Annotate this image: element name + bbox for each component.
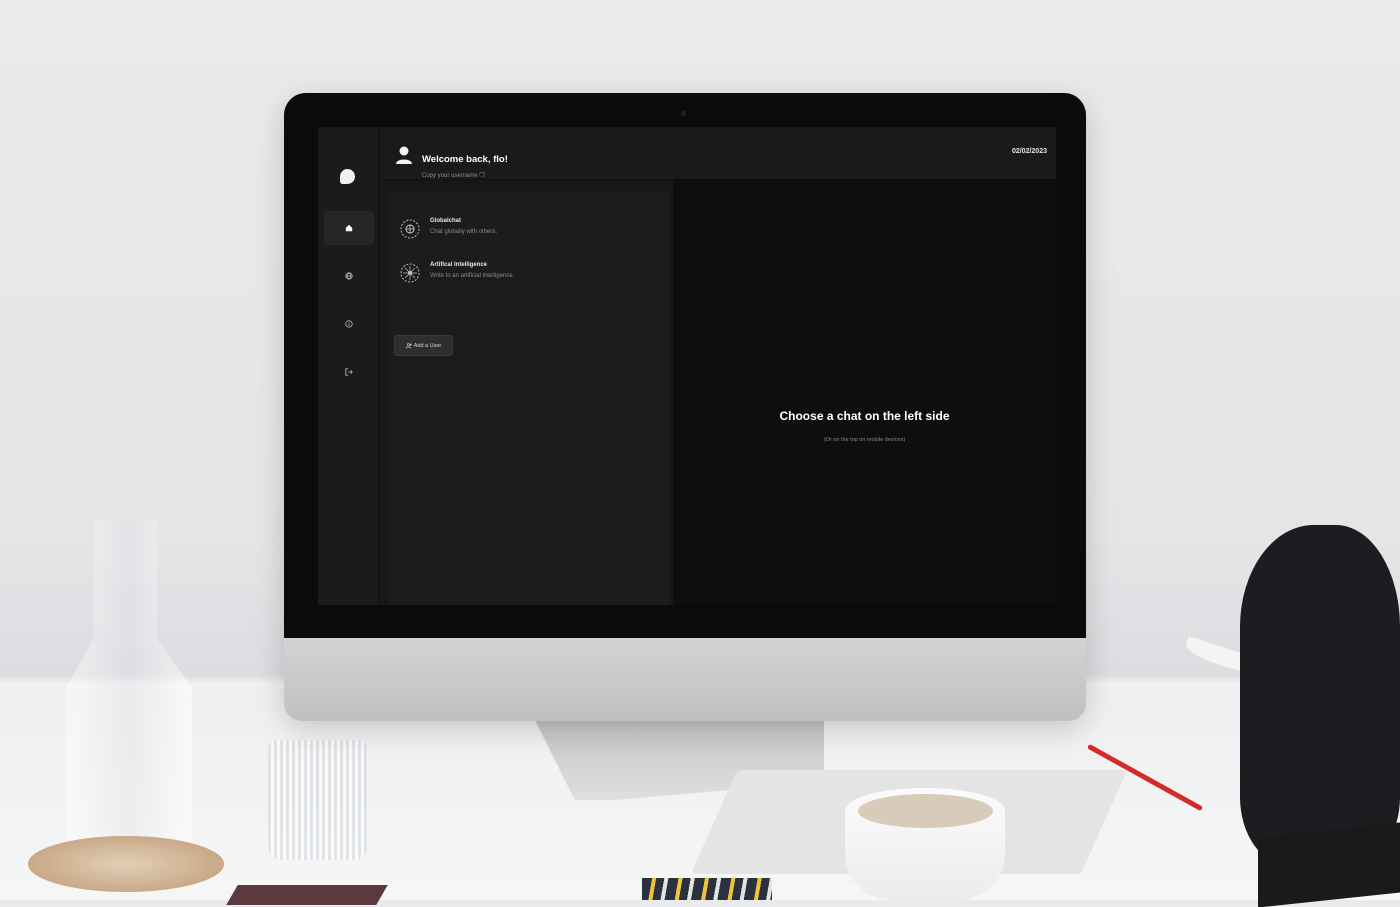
sidebar — [318, 127, 379, 605]
ai-network-icon — [400, 263, 420, 283]
sidebar-item-home[interactable] — [324, 211, 374, 245]
info-icon — [345, 320, 353, 328]
copy-username-link[interactable]: Copy your username ❐ — [422, 172, 485, 179]
empty-state-title: Choose a chat on the left side — [779, 409, 950, 423]
empty-state-subtitle: (Or on the top on mobile devices) — [823, 437, 906, 443]
user-avatar-icon[interactable] — [395, 145, 413, 165]
water-glass — [268, 740, 368, 860]
chat-pane: Choose a chat on the left side (Or on th… — [673, 179, 1056, 605]
pencils — [642, 878, 772, 900]
globe-chat-icon — [400, 219, 420, 239]
book — [226, 885, 388, 905]
water-carafe — [66, 520, 192, 870]
camera-dot — [681, 111, 686, 116]
chat-app-screen: Welcome back, flo! Copy your username ❐ … — [318, 127, 1056, 605]
wooden-coaster — [28, 836, 224, 892]
globe-icon — [345, 272, 353, 280]
welcome-title: Welcome back, flo! — [422, 154, 508, 165]
coffee-surface — [858, 794, 993, 828]
chat-subtitle: Write to an artificial intelligence. — [430, 273, 515, 279]
logout-icon — [345, 368, 353, 376]
header: Welcome back, flo! Copy your username ❐ … — [380, 127, 1056, 180]
current-date: 02/02/2023 — [1011, 148, 1047, 155]
chat-list: Globalchat Chat globally with others. Ar… — [388, 192, 670, 605]
add-user-label: Add a User — [413, 342, 442, 349]
add-user-button[interactable]: Add a User — [394, 335, 453, 356]
app-logo-icon[interactable] — [340, 169, 355, 184]
chat-subtitle: Chat globally with others. — [430, 229, 498, 235]
chat-title: Artifical Intelligence — [430, 262, 488, 268]
home-icon — [345, 224, 353, 232]
elephant-figurine — [1240, 525, 1400, 865]
add-user-icon — [405, 342, 412, 348]
sidebar-item-globe[interactable] — [324, 259, 374, 293]
figurine-base — [1258, 822, 1400, 907]
sidebar-item-info[interactable] — [324, 307, 374, 341]
chat-item-globalchat[interactable]: Globalchat Chat globally with others. — [400, 214, 660, 244]
sidebar-item-logout[interactable] — [324, 355, 374, 389]
monitor-chin — [284, 638, 1086, 721]
chat-title: Globalchat — [430, 218, 462, 224]
chat-item-ai[interactable]: Artifical Intelligence Write to an artif… — [400, 258, 660, 288]
